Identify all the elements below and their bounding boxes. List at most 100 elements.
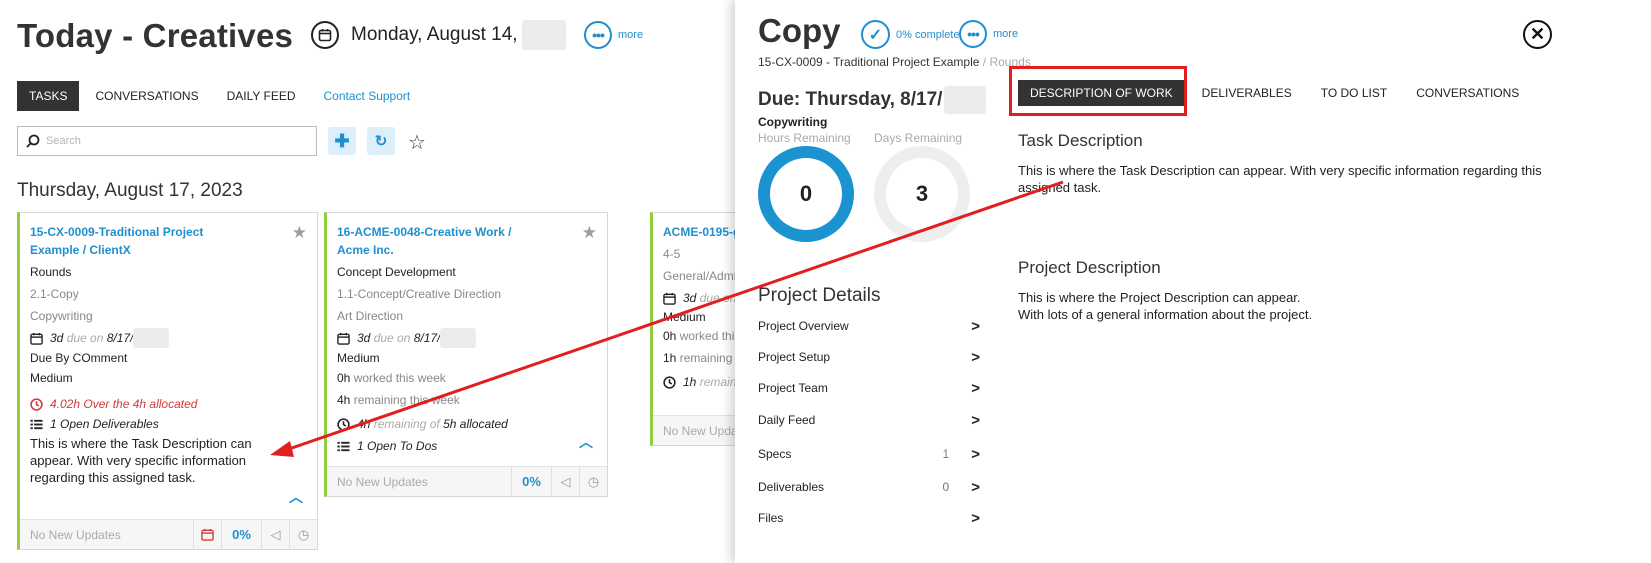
tab-conversations[interactable]: CONVERSATIONS	[1404, 80, 1531, 106]
card-footer: No New Updates 0% ◁ ◷	[327, 466, 607, 496]
hours-remaining-ring: 0	[758, 146, 854, 242]
project-detail-item[interactable]: Project Team >	[758, 378, 980, 398]
card-remaining: 4h remaining this week	[337, 389, 597, 411]
current-date: Monday, August 14,	[351, 24, 518, 45]
complete-label[interactable]: 0% complete	[896, 29, 960, 41]
panel-title: Copy	[758, 12, 841, 49]
tab-tasks[interactable]: TASKS	[17, 81, 80, 111]
project-detail-item[interactable]: Daily Feed >	[758, 410, 980, 430]
megaphone-icon[interactable]: ◁	[261, 520, 289, 549]
card-task: 2.1-Copy	[30, 287, 79, 301]
card-title[interactable]: 15-CX-0009-Traditional Project Example /…	[30, 223, 230, 259]
card-due: 3d due on 8/17/	[30, 327, 307, 349]
project-detail-item[interactable]: Project Overview >	[758, 316, 980, 336]
project-description-line-1: This is where the Project Description ca…	[1018, 290, 1301, 305]
breadcrumb-project[interactable]: 15-CX-0009 - Traditional Project Example	[758, 55, 979, 69]
hours-remaining-value: 0	[799, 181, 813, 206]
task-category: Copywriting	[758, 115, 828, 129]
worked-hours: 0h	[663, 329, 677, 343]
due-days: 3d	[683, 291, 697, 305]
card-footer: No New Updates 0% ◁ ◷	[20, 519, 317, 549]
redacted-year	[521, 20, 566, 50]
star-icon[interactable]: ★	[582, 223, 597, 243]
redacted-year	[944, 86, 987, 114]
clock-icon[interactable]: ◷	[579, 467, 607, 496]
due-text: Due: Thursday, 8/17/	[758, 89, 943, 110]
calendar-icon[interactable]	[311, 21, 339, 49]
tab-conversations[interactable]: CONVERSATIONS	[83, 81, 210, 111]
percent-complete[interactable]: 0%	[221, 520, 261, 549]
card-allocation: 4h remaining of 5h allocated	[337, 413, 597, 435]
worked-label: worked this week	[353, 371, 446, 385]
card-title[interactable]: 16-ACME-0048-Creative Work / Acme Inc.	[337, 223, 537, 259]
collapse-chevron-icon[interactable]: ︿	[289, 487, 303, 507]
clock-icon[interactable]: ◷	[289, 520, 317, 549]
project-detail-item[interactable]: Specs 1 >	[758, 444, 980, 464]
redacted-date	[133, 328, 170, 348]
more-icon[interactable]: •••	[584, 21, 612, 49]
contact-support-link[interactable]: Contact Support	[312, 81, 423, 111]
deliverables-text: 1 Open Deliverables	[50, 417, 159, 431]
close-icon[interactable]: ✕	[1523, 20, 1552, 49]
tab-deliverables[interactable]: DELIVERABLES	[1190, 80, 1304, 106]
card-alert: 4.02h Over the 4h allocated	[30, 393, 307, 415]
star-icon[interactable]: ★	[292, 223, 307, 243]
project-description-heading: Project Description	[1018, 258, 1161, 277]
calendar-red-icon[interactable]	[193, 520, 221, 549]
complete-toggle[interactable]: ✓ 0% complete	[861, 20, 960, 49]
refresh-icon: ↻	[374, 133, 388, 150]
chevron-right-icon: >	[971, 348, 980, 366]
project-detail-item[interactable]: Project Setup >	[758, 347, 980, 367]
task-description-heading: Task Description	[1018, 131, 1143, 150]
due-days: 3d	[50, 331, 64, 345]
favorites-star-icon[interactable]: ☆	[408, 130, 426, 155]
breadcrumb-separator: /	[982, 55, 987, 69]
more-icon[interactable]: •••	[959, 20, 987, 48]
add-button[interactable]: ✚	[328, 127, 356, 155]
card-description: This is where the Task Description can a…	[30, 436, 252, 485]
tab-to-do-list[interactable]: TO DO LIST	[1309, 80, 1399, 106]
more-label[interactable]: more	[618, 29, 643, 41]
worked-hours: 0h	[337, 371, 351, 385]
project-description-line-2: With lots of a general information about…	[1018, 307, 1313, 322]
project-detail-item[interactable]: Files >	[758, 508, 980, 528]
search-input[interactable]	[46, 135, 306, 147]
due-days: 3d	[357, 331, 371, 345]
more-label[interactable]: more	[993, 28, 1018, 40]
chevron-right-icon: >	[971, 379, 980, 397]
card-category: Copywriting	[30, 309, 93, 323]
task-card[interactable]: ★ 16-ACME-0048-Creative Work / Acme Inc.…	[324, 212, 608, 497]
list-icon	[337, 441, 350, 451]
chevron-right-icon: >	[971, 478, 980, 496]
card-extra: Due By COmment	[30, 351, 128, 365]
collapse-chevron-icon[interactable]: ︿	[579, 432, 593, 452]
clock-icon	[337, 417, 350, 431]
todos-text: 1 Open To Dos	[357, 439, 438, 453]
card-phase: Rounds	[30, 265, 72, 279]
clock-alert-icon	[30, 397, 43, 411]
due-date: 8/17/	[413, 331, 441, 345]
percent-complete[interactable]: 0%	[511, 467, 551, 496]
chevron-right-icon: >	[971, 445, 980, 463]
page-header: Today - Creatives	[17, 14, 293, 58]
card-due: 3d due on 8/17/	[337, 327, 597, 349]
more-menu[interactable]: ••• more	[584, 21, 643, 49]
days-remaining-value: 3	[915, 181, 929, 206]
tab-daily-feed[interactable]: DAILY FEED	[215, 81, 308, 111]
project-detail-item[interactable]: Deliverables 0 >	[758, 477, 980, 497]
days-remaining-ring: 3	[874, 146, 970, 242]
page-title: Today - Creatives	[17, 17, 294, 54]
megaphone-icon[interactable]: ◁	[551, 467, 579, 496]
task-card[interactable]: ★ 15-CX-0009-Traditional Project Example…	[17, 212, 318, 550]
alert-text: 4.02h Over the 4h allocated	[50, 397, 198, 411]
search-box[interactable]	[17, 126, 317, 156]
project-details-heading: Project Details	[758, 285, 881, 306]
date-selector[interactable]: Monday, August 14,	[311, 20, 566, 50]
due-date: 8/17/	[106, 331, 134, 345]
check-icon[interactable]: ✓	[861, 20, 890, 49]
panel-more-menu[interactable]: ••• more	[959, 20, 1018, 48]
task-detail-panel: Copy ✓ 0% complete ••• more 15-CX-0009 -…	[735, 0, 1651, 563]
refresh-button[interactable]: ↻	[367, 127, 395, 155]
redacted-date	[440, 328, 477, 348]
remaining-label: remaining this week	[353, 393, 460, 407]
